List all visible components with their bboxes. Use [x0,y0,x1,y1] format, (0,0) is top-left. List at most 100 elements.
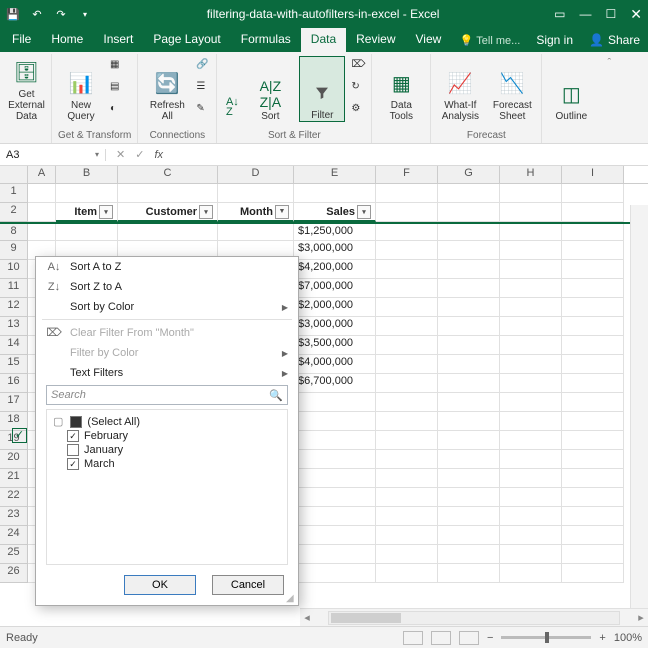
cell[interactable] [294,526,376,545]
cell[interactable] [294,507,376,526]
cell[interactable] [500,184,562,203]
zoom-in-button[interactable]: + [599,632,605,644]
ok-button[interactable]: OK [124,575,196,595]
cell[interactable] [438,431,500,450]
edit-links-button[interactable]: ✎ [196,100,210,120]
cell[interactable]: $2,000,000 [294,298,376,317]
cell[interactable] [28,184,56,203]
row-header[interactable]: 20 [0,450,28,469]
cell[interactable] [376,450,438,469]
filter-value-checkbox[interactable]: January [53,443,281,457]
filter-dropdown-button[interactable]: ▾ [199,205,213,219]
view-page-break-button[interactable] [459,631,479,645]
zoom-out-button[interactable]: − [487,632,493,644]
cell[interactable] [438,241,500,260]
cell[interactable] [438,507,500,526]
row-header[interactable]: 24 [0,526,28,545]
cell[interactable] [294,393,376,412]
cell[interactable] [438,469,500,488]
cell[interactable] [438,260,500,279]
tab-review[interactable]: Review [346,28,405,52]
maximize-button[interactable]: ☐ [606,7,617,21]
cell[interactable] [562,488,624,507]
row-header[interactable]: 21 [0,469,28,488]
row-header[interactable]: 2 [0,203,28,222]
row-header[interactable]: 9 [0,241,28,260]
cell[interactable] [218,224,294,241]
cell[interactable] [376,469,438,488]
filter-values-list[interactable]: ▢(Select All)✓FebruaryJanuary✓March [46,409,288,565]
qat-dropdown-icon[interactable]: ▾ [78,10,92,19]
cell[interactable] [376,224,438,241]
cell[interactable] [218,184,294,203]
col-header[interactable]: H [500,166,562,183]
cell[interactable]: $1,250,000 [294,224,376,241]
cell[interactable] [562,317,624,336]
cell[interactable] [500,488,562,507]
cell[interactable] [438,203,500,222]
cell[interactable] [376,507,438,526]
cell[interactable] [56,184,118,203]
sort-button[interactable]: A|ZZ|A Sort [247,56,293,122]
cell[interactable] [376,298,438,317]
zoom-slider[interactable] [501,636,591,639]
row-header[interactable]: 16 [0,374,28,393]
cell[interactable]: Sales▾ [294,203,376,222]
cell[interactable]: Item▾ [56,203,118,222]
cell[interactable] [500,241,562,260]
resize-grip-icon[interactable]: ◢ [286,593,296,603]
row-header[interactable]: 23 [0,507,28,526]
cell[interactable] [500,317,562,336]
cell[interactable] [500,374,562,393]
cell[interactable]: Month▼ [218,203,294,222]
sort-z-to-a[interactable]: Z↓ Sort Z to A [36,277,298,297]
cell[interactable]: $6,700,000 [294,374,376,393]
row-header[interactable]: 10 [0,260,28,279]
row-header[interactable]: 8 [0,224,28,241]
cell[interactable] [118,184,218,203]
cancel-button[interactable]: Cancel [212,575,284,595]
cell[interactable] [376,279,438,298]
cell[interactable] [376,545,438,564]
cell[interactable] [28,224,56,241]
col-header[interactable]: F [376,166,438,183]
cell[interactable] [500,336,562,355]
row-header[interactable]: 15 [0,355,28,374]
cell[interactable] [500,526,562,545]
cell[interactable] [500,260,562,279]
view-page-layout-button[interactable] [431,631,451,645]
horizontal-scrollbar[interactable]: ◂ ▸ [300,608,648,626]
filter-button[interactable]: Filter [299,56,345,122]
cell[interactable] [562,431,624,450]
chevron-down-icon[interactable]: ▾ [95,150,99,159]
col-header[interactable]: I [562,166,624,183]
cell[interactable] [562,450,624,469]
clear-filter[interactable]: ⌦ Clear Filter From "Month" [36,322,298,343]
cell[interactable] [294,469,376,488]
cell[interactable] [438,526,500,545]
clear-filter-button[interactable]: ⌦ [351,56,365,76]
cell[interactable]: $4,200,000 [294,260,376,279]
from-table-button[interactable]: ▤ [110,78,124,98]
cell[interactable] [118,224,218,241]
cell[interactable] [438,374,500,393]
cell[interactable] [562,298,624,317]
cell[interactable] [562,545,624,564]
cell[interactable] [500,203,562,222]
forecast-sheet-button[interactable]: 📉 Forecast Sheet [489,56,535,122]
cell[interactable] [500,431,562,450]
cell[interactable] [376,355,438,374]
tab-page-layout[interactable]: Page Layout [143,28,230,52]
cell[interactable] [376,526,438,545]
sort-az-small[interactable]: A↓Z [223,56,241,122]
vertical-scrollbar[interactable] [630,205,648,608]
cell[interactable] [438,224,500,241]
cell[interactable] [438,298,500,317]
cell[interactable] [376,488,438,507]
recent-sources-button[interactable]: ◐ [110,100,124,120]
properties-button[interactable]: ☰ [196,78,210,98]
row-header[interactable]: 14 [0,336,28,355]
cell[interactable]: Customer▾ [118,203,218,222]
cell[interactable] [376,260,438,279]
select-all-corner[interactable] [0,166,28,183]
